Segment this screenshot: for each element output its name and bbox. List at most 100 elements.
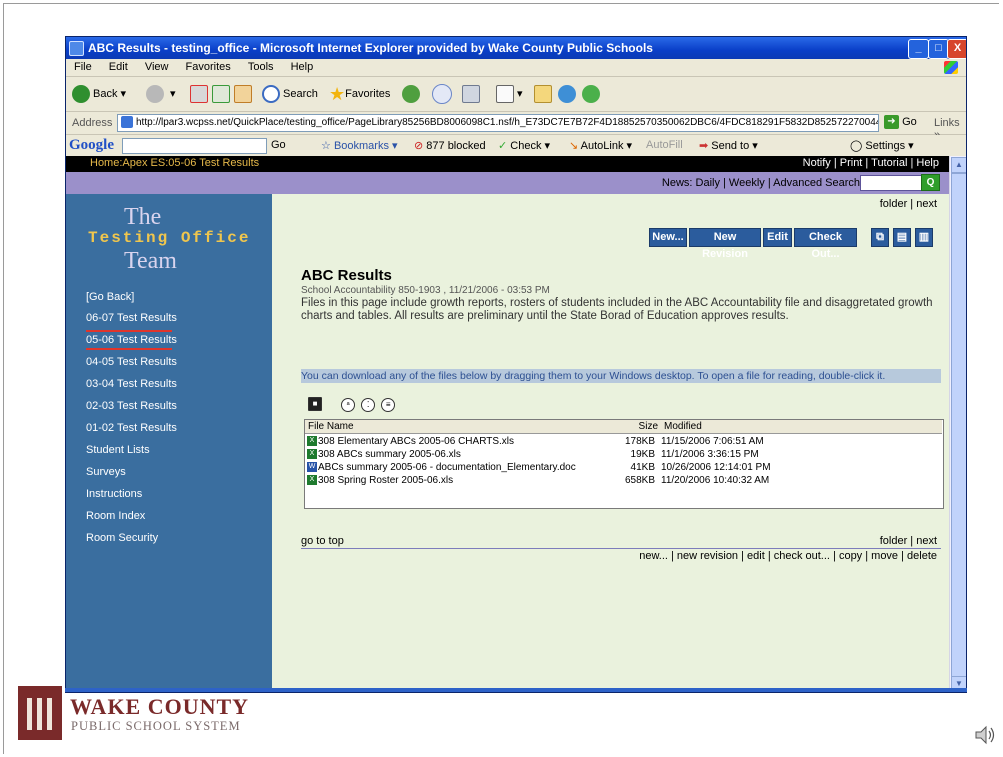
settings-button[interactable]: ◯ Settings ▾ [850,139,914,152]
users-button[interactable] [582,83,603,105]
sidebar-item-room-security[interactable]: Room Security [86,532,158,544]
refresh-button[interactable] [212,83,230,105]
large-icons-view-icon[interactable]: ᵃ [341,397,356,412]
sidebar-item-surveys[interactable]: Surveys [86,466,126,478]
excel-file-icon: X [307,449,317,460]
stop-button[interactable] [190,83,208,105]
windows-logo-icon [944,61,958,74]
news-bar: News: Daily | Weekly | Advanced Search Q [66,172,950,194]
word-file-icon: W [307,462,317,473]
copy-page-icon[interactable]: ⧉ [871,228,889,247]
new-revision-button[interactable]: New Revision [689,228,761,260]
small-icons-view-icon[interactable]: ⁚ [361,397,376,412]
logo-team: Team [124,248,177,274]
maximize-button[interactable]: □ [928,39,949,59]
research-button[interactable] [534,83,552,105]
home-button[interactable] [234,83,252,105]
details-view-icon[interactable]: ≡ [381,397,396,412]
settings-icon: ◯ [850,140,863,152]
autolink-button[interactable]: ↘ AutoLink ▾ [569,139,632,152]
sidebar-item-room-index[interactable]: Room Index [86,510,145,522]
send-to-button[interactable]: ➡ Send to ▾ [699,139,758,152]
google-search-input[interactable] [122,138,267,154]
site-search-button[interactable]: Q [921,174,940,191]
forward-button[interactable]: ▾ [146,83,176,105]
bookmarks-menu[interactable]: ☆ Bookmarks ▾ [321,139,398,152]
column-header-size[interactable]: Size [610,420,662,434]
popup-blocker[interactable]: ⊘ 877 blocked [414,139,486,152]
file-view-icons: ■ ᵃ ⁚ ≡ [308,397,398,412]
sidebar-item-03-04[interactable]: 03-04 Test Results [86,378,177,390]
edit-page-button[interactable]: ▾ [496,83,523,105]
delete-page-icon[interactable]: ▥ [915,228,933,247]
scroll-up-icon[interactable]: ▲ [951,157,966,173]
site-search-input[interactable] [860,175,922,191]
menu-help[interactable]: Help [291,59,314,76]
spellcheck-button[interactable]: ✓ Check ▾ [498,139,550,152]
menu-view[interactable]: View [145,59,169,76]
ie-icon [69,41,84,56]
new-button[interactable]: New... [649,228,687,247]
messenger-icon [558,85,576,104]
address-go-button[interactable]: ➜ Go [884,115,917,129]
sidebar-item-04-05[interactable]: 04-05 Test Results [86,356,177,368]
top-nav-bar: Home:Apex ES:05-06 Test Results Notify |… [66,156,950,172]
bookmarks-star-icon: ☆ [321,140,331,152]
folder-next-bottom[interactable]: folder | next [880,535,937,547]
print-button[interactable] [462,83,480,105]
autofill-button[interactable]: AutoFill [646,139,683,151]
speaker-icon[interactable] [974,724,996,746]
top-links[interactable]: Notify | Print | Tutorial | Help [803,157,939,169]
table-row[interactable]: X 308 Elementary ABCs 2005-06 CHARTS.xls … [305,435,941,448]
news-links[interactable]: News: Daily | Weekly | Advanced Search [662,177,860,189]
mail-button[interactable] [432,83,455,105]
research-icon [534,85,552,104]
move-page-icon[interactable]: ▤ [893,228,911,247]
messenger-button[interactable] [558,83,579,105]
divider [301,548,941,549]
edit-button[interactable]: Edit [763,228,792,247]
go-arrow-icon: ➜ [884,115,899,129]
forward-arrow-icon [146,85,164,104]
sidebar-item-05-06[interactable]: 05-06 Test Results [86,330,177,350]
sidebar: The Testing Office Team [Go Back] 06-07 … [66,194,272,692]
history-button[interactable] [402,83,423,105]
folder-next-top[interactable]: folder | next [880,198,937,210]
sidebar-item-06-07[interactable]: 06-07 Test Results [86,312,177,324]
bottom-action-links[interactable]: new... | new revision | edit | check out… [639,550,937,562]
table-row[interactable]: W ABCs summary 2005-06 - documentation_El… [305,461,941,474]
save-icon[interactable]: ■ [308,397,322,411]
table-row[interactable]: X 308 ABCs summary 2005-06.xls 19KB 11/1/… [305,448,941,461]
close-button[interactable]: X [947,39,966,59]
breadcrumb[interactable]: Home:Apex ES:05-06 Test Results [90,157,259,169]
search-button[interactable]: Search [262,83,318,105]
go-to-top-link[interactable]: go to top [301,535,344,547]
sidebar-item-01-02[interactable]: 01-02 Test Results [86,422,177,434]
sidebar-item-student-lists[interactable]: Student Lists [86,444,150,456]
google-go-button[interactable]: Go [271,139,286,151]
favorites-button[interactable]: ★Favorites [329,83,390,105]
back-button[interactable]: Back ▾ [72,83,126,105]
address-input[interactable]: http://lpar3.wcpss.net/QuickPlace/testin… [117,114,879,132]
menu-file[interactable]: File [74,59,92,76]
minimize-button[interactable]: _ [908,39,929,59]
sidebar-item-instructions[interactable]: Instructions [86,488,142,500]
logo-the: The [124,204,162,230]
menu-tools[interactable]: Tools [248,59,274,76]
menu-edit[interactable]: Edit [109,59,128,76]
column-header-modified[interactable]: Modified [661,420,835,434]
menu-favorites[interactable]: Favorites [186,59,231,76]
page-title: ABC Results [301,267,392,284]
stop-icon [190,85,208,104]
sidebar-item-go-back[interactable]: [Go Back] [86,291,134,303]
download-hint: You can download any of the files below … [301,369,941,383]
address-bar: Address http://lpar3.wcpss.net/QuickPlac… [66,112,966,141]
column-header-file-name[interactable]: File Name [305,420,611,434]
check-out-button[interactable]: Check Out... [794,228,857,260]
google-logo[interactable]: Google [69,137,114,154]
sidebar-item-02-03[interactable]: 02-03 Test Results [86,400,177,412]
column-header-blank [834,420,942,434]
table-row[interactable]: X 308 Spring Roster 2005-06.xls 658KB 11/… [305,474,941,487]
vertical-scrollbar[interactable]: ▲ ▼ [949,156,966,692]
scroll-thumb[interactable] [951,173,966,677]
